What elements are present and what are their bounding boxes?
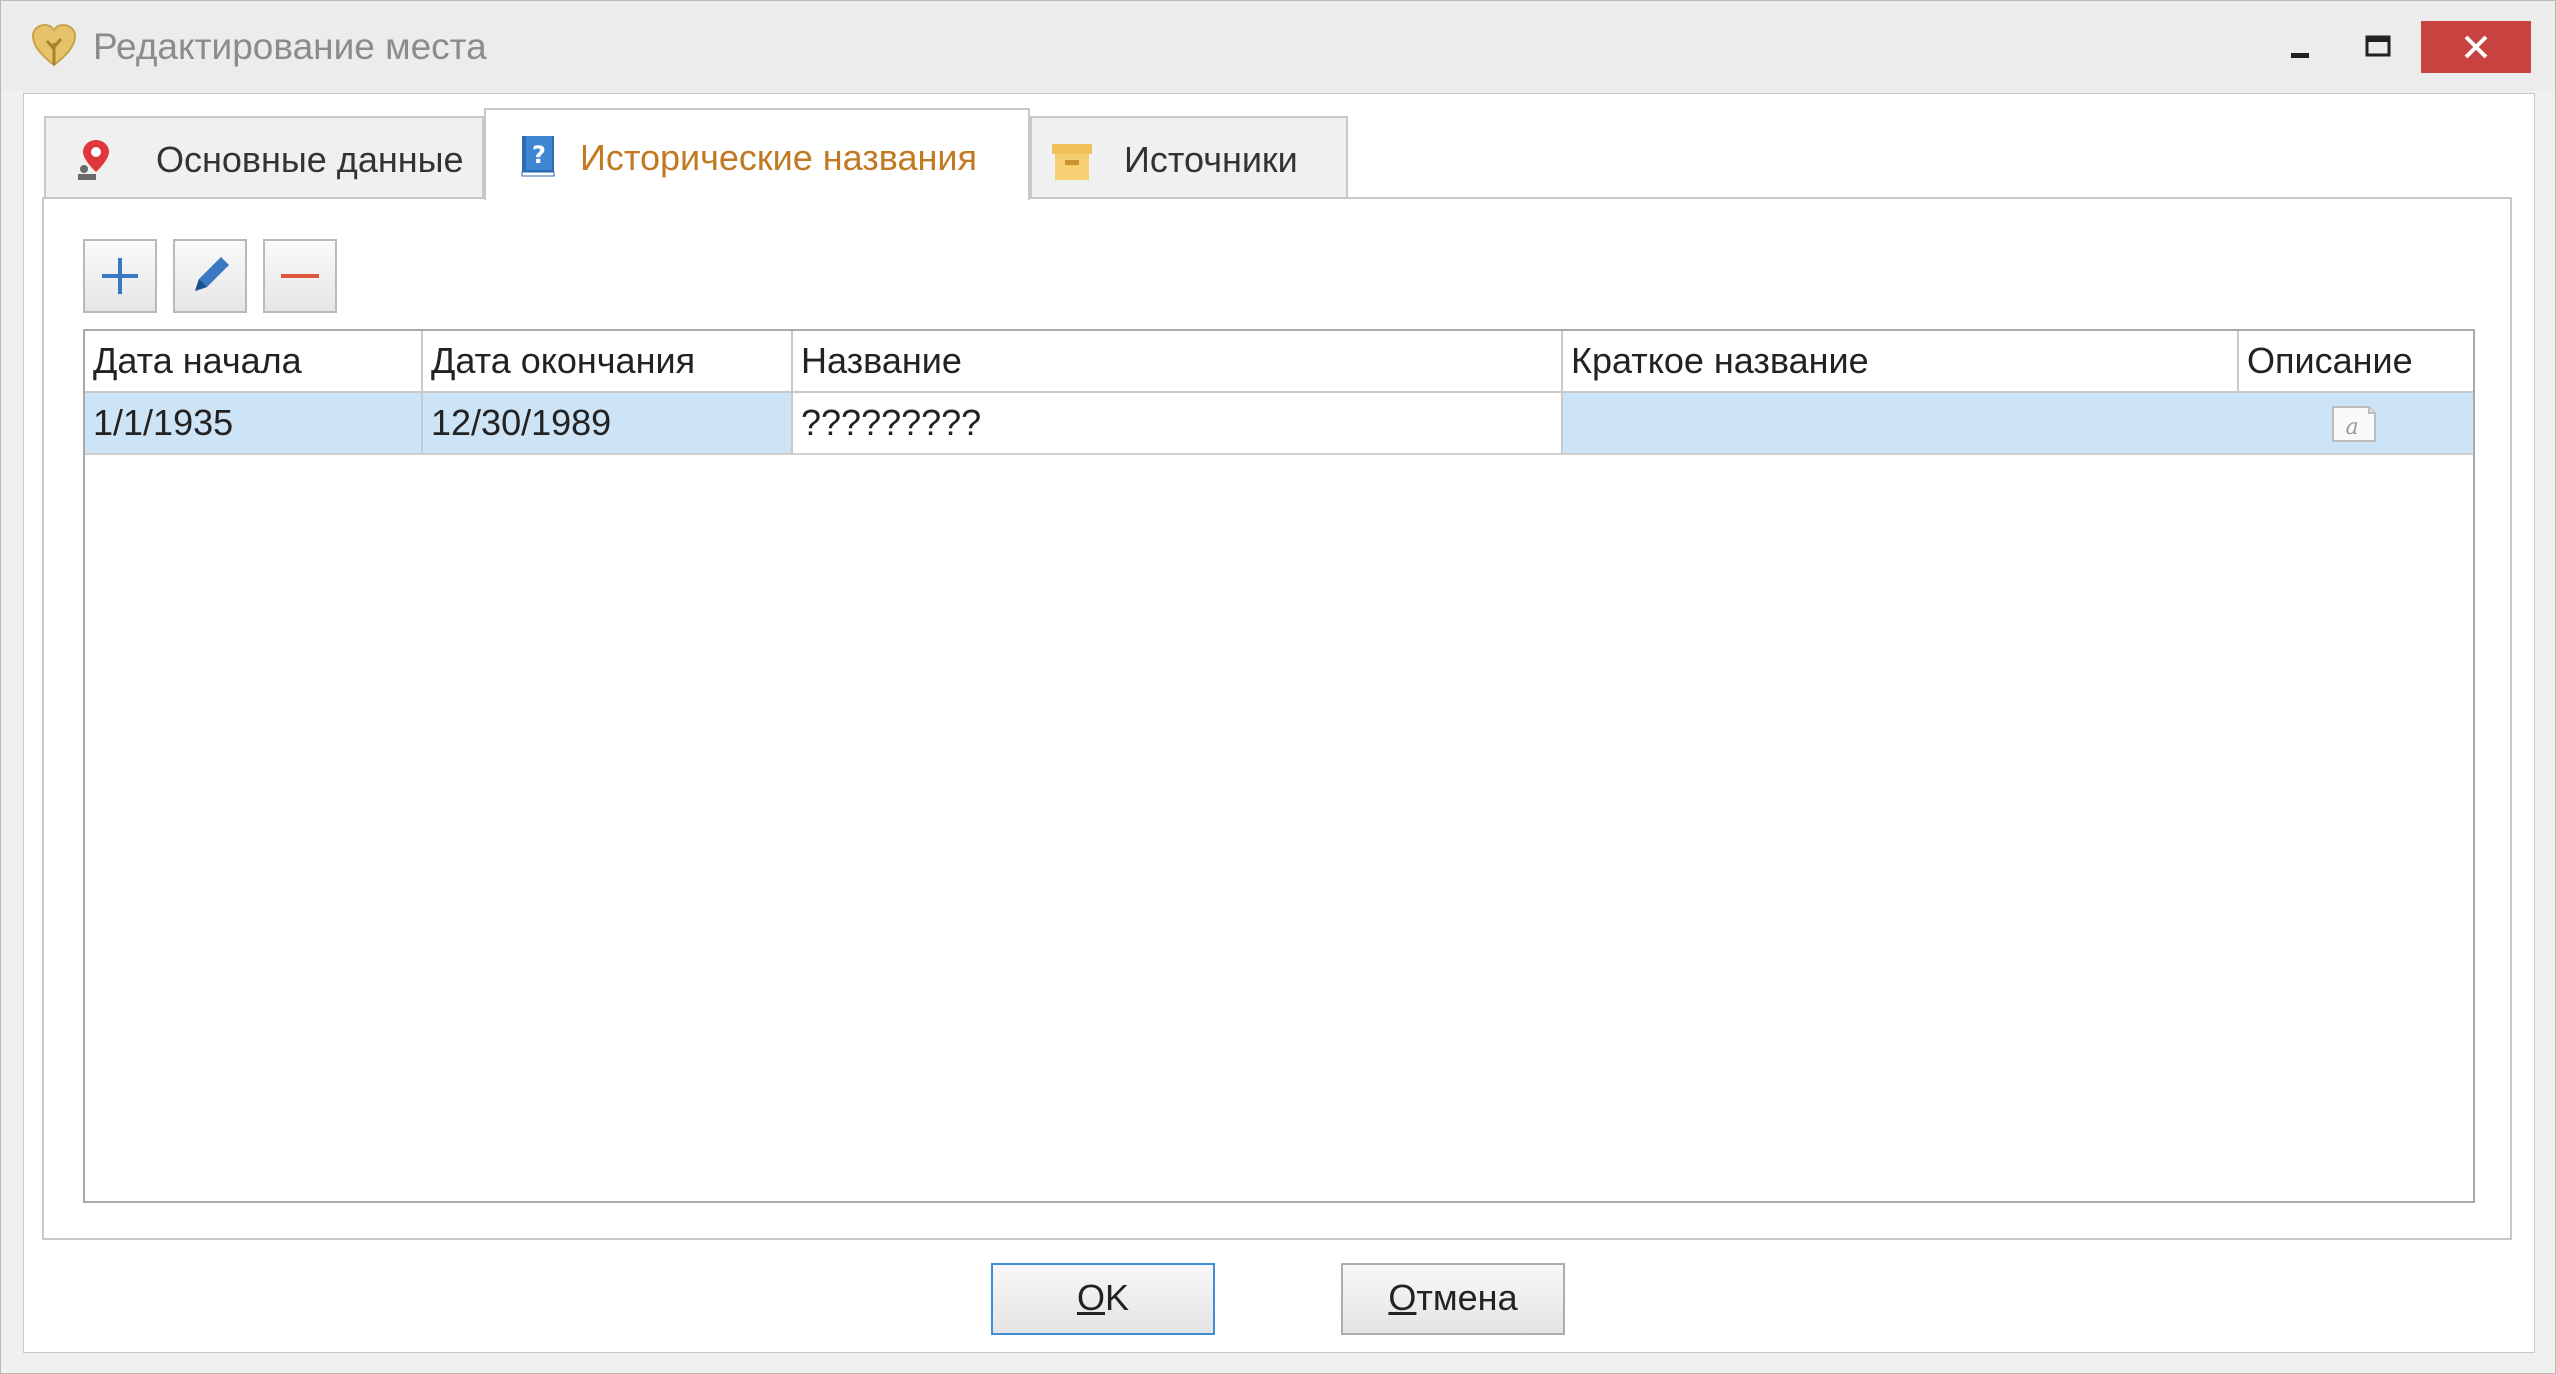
cancel-button[interactable]: Отмена — [1341, 1263, 1565, 1335]
cancel-label-rest: тмена — [1416, 1277, 1518, 1318]
column-header-description[interactable]: Описание — [2239, 331, 2473, 391]
tab-main-data-label: Основные данные — [156, 139, 464, 180]
memo-icon[interactable]: a — [2329, 405, 2379, 443]
tab-historical-names-label: Исторические названия — [580, 137, 978, 178]
tab-sources[interactable]: Источники — [1030, 116, 1348, 198]
tab-historical-names[interactable]: ? Исторические названия — [484, 108, 1030, 200]
delete-button[interactable] — [263, 239, 337, 313]
tab-main-data[interactable]: Основные данные — [44, 116, 484, 198]
close-icon — [2464, 35, 2488, 59]
cell-start-date[interactable]: 1/1/1935 — [85, 393, 423, 453]
pencil-icon — [195, 257, 229, 291]
edit-button[interactable] — [173, 239, 247, 313]
dialog-window: Редактирование места Основные данные ? И… — [0, 0, 2556, 1374]
plus-icon — [102, 258, 138, 294]
maximize-icon — [2365, 35, 2391, 57]
book-question-icon: ? — [521, 136, 555, 177]
svg-text:a: a — [2345, 415, 2358, 440]
historical-names-grid[interactable]: Дата начала Дата окончания Название Крат… — [83, 329, 2475, 1203]
cancel-mnemonic: О — [1388, 1277, 1417, 1318]
column-header-end-date[interactable]: Дата окончания — [423, 331, 793, 391]
tab-sources-label: Источники — [1124, 139, 1298, 180]
title-bar[interactable]: Редактирование места — [1, 1, 2555, 91]
add-button[interactable] — [83, 239, 157, 313]
archive-box-icon — [1052, 144, 1092, 180]
cell-name[interactable]: ????????? — [793, 393, 1563, 453]
minimize-button[interactable] — [2271, 21, 2327, 73]
table-row[interactable]: 1/1/1935 12/30/1989 ????????? a — [85, 393, 2473, 455]
tree-heart-icon — [31, 23, 77, 67]
grid-header: Дата начала Дата окончания Название Крат… — [85, 331, 2473, 393]
window-title: Редактирование места — [93, 26, 487, 67]
column-header-name[interactable]: Название — [793, 331, 1563, 391]
ok-label-rest: K — [1105, 1277, 1130, 1318]
ok-mnemonic: O — [1076, 1277, 1105, 1318]
minus-icon — [281, 274, 319, 278]
column-header-start-date[interactable]: Дата начала — [85, 331, 423, 391]
ok-button[interactable]: OK — [991, 1263, 1215, 1335]
cell-end-date[interactable]: 12/30/1989 — [423, 393, 793, 453]
column-header-short-name[interactable]: Краткое название — [1563, 331, 2239, 391]
close-button[interactable] — [2421, 21, 2531, 73]
svg-text:?: ? — [532, 141, 546, 169]
minimize-icon — [2291, 53, 2309, 58]
maximize-button[interactable] — [2349, 21, 2405, 73]
map-pin-icon — [78, 140, 109, 180]
